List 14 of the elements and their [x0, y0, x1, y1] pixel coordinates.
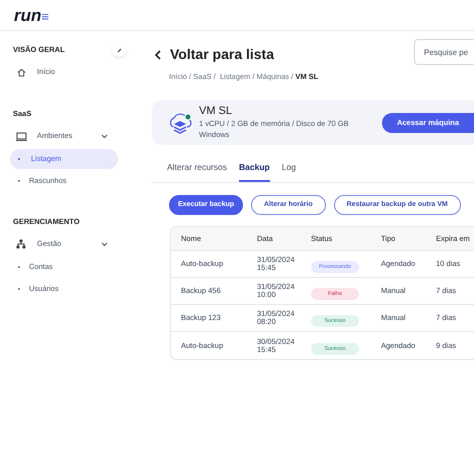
chevron-icon[interactable]	[101, 242, 108, 246]
monitor-icon	[16, 132, 26, 140]
machine-name: VM SL	[199, 105, 234, 118]
network-icon	[16, 239, 26, 249]
tab[interactable]: Log	[282, 161, 296, 182]
back-link[interactable]: Voltar para lista	[170, 44, 274, 65]
tab[interactable]: Backup	[239, 161, 270, 182]
tab[interactable]: Alterar recursos	[167, 161, 227, 182]
logo: run≡	[14, 6, 49, 24]
collapse-button[interactable]	[112, 43, 126, 57]
back-icon[interactable]	[154, 50, 162, 60]
chevron-icon[interactable]	[101, 134, 108, 138]
search-field[interactable]: Pesquise pe	[414, 39, 474, 65]
home-icon	[16, 68, 26, 76]
